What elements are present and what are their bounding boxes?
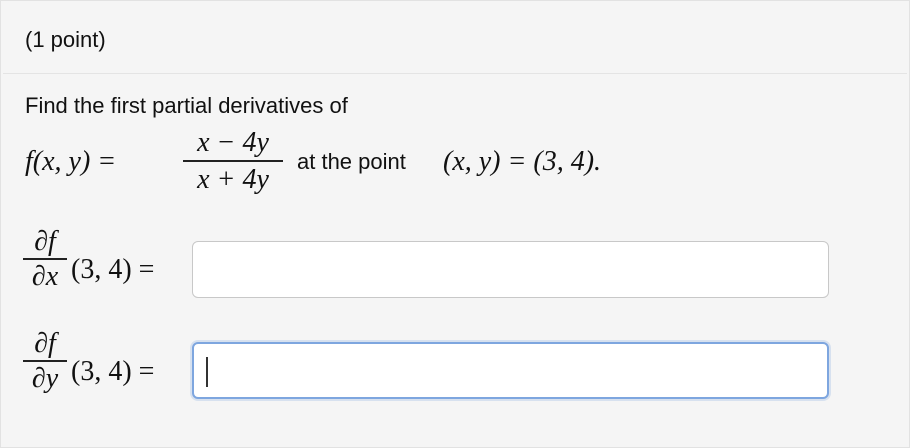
partial-y-answer-field[interactable] (192, 342, 829, 399)
partial-x-eval: (3, 4) = (71, 254, 155, 285)
fraction-denominator: x + 4y (197, 164, 269, 195)
function-line: f(x, y) = x − 4y x + 4y at the point (x,… (25, 127, 725, 197)
partial-y-denominator: ∂y (31, 363, 59, 394)
partial-y-eval: (3, 4) = (71, 356, 155, 387)
partial-x-answer-field[interactable] (192, 241, 829, 298)
at-point-text: at the point (297, 149, 406, 174)
fraction-numerator: x − 4y (197, 127, 269, 158)
function-lhs: f(x, y) = (25, 146, 117, 177)
partial-x-denominator: ∂x (31, 261, 59, 292)
text-caret (206, 357, 208, 387)
fraction-bar (183, 160, 283, 162)
partial-y-numerator: ∂f (34, 328, 56, 359)
partial-y-bar (23, 360, 67, 362)
problem-panel: (1 point) Find the first partial derivat… (0, 0, 910, 448)
partial-x-numerator: ∂f (34, 226, 56, 257)
problem-prompt: Find the first partial derivatives of (25, 93, 348, 118)
points-label: (1 point) (25, 27, 106, 52)
partial-x-label: ∂f ∂x (23, 227, 67, 292)
partial-y-label: ∂f ∂y (23, 329, 67, 394)
point-expression: (x, y) = (3, 4). (443, 146, 602, 177)
function-fraction: x − 4y x + 4y (183, 127, 283, 196)
divider (3, 73, 907, 74)
partial-x-bar (23, 258, 67, 260)
